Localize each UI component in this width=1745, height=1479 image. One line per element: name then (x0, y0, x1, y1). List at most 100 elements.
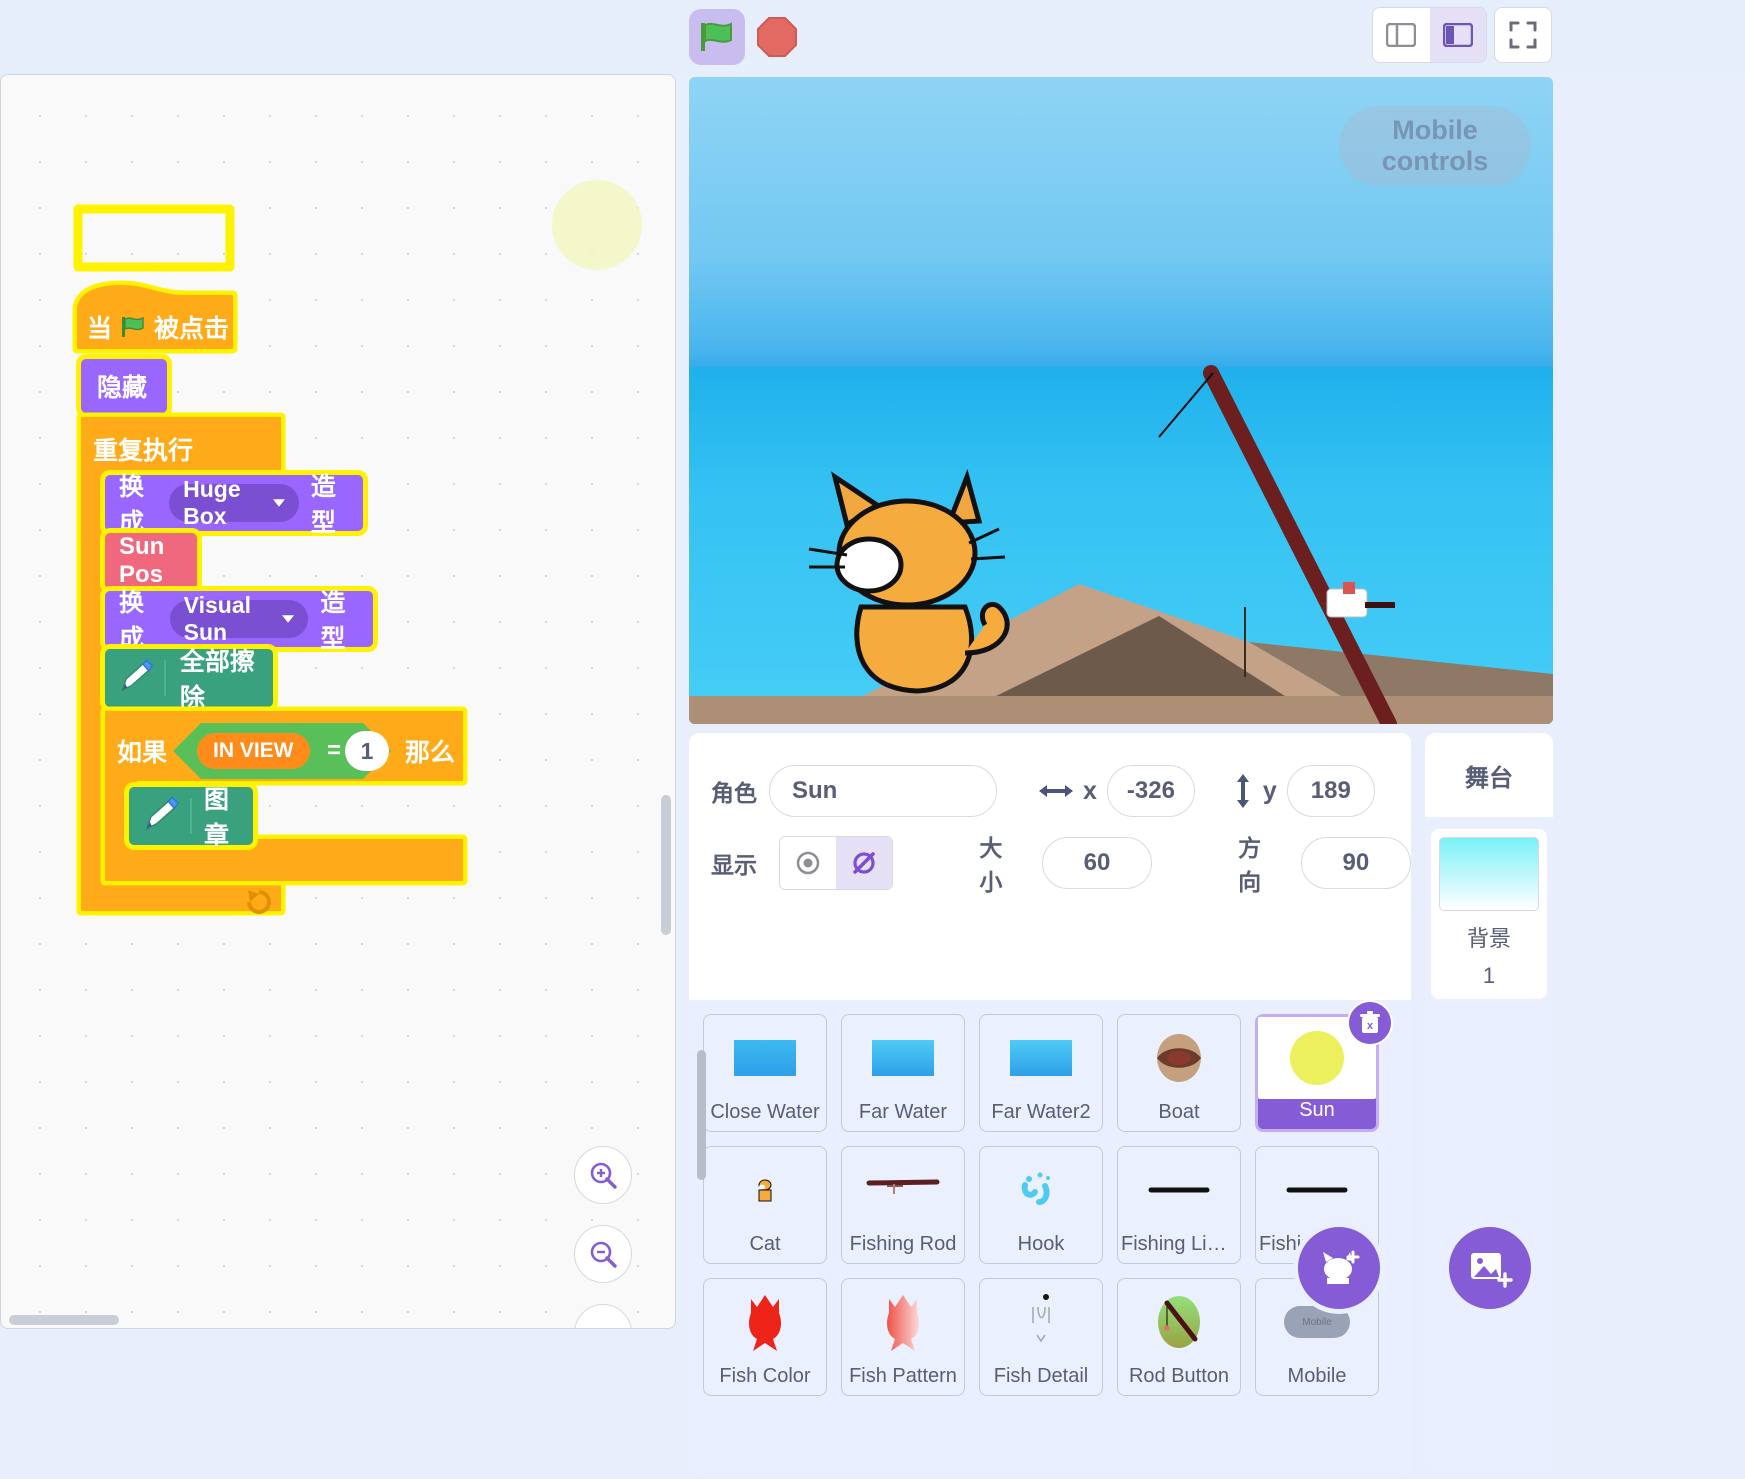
block-pen-stamp[interactable]: 图章 (129, 786, 253, 850)
green-flag-button[interactable] (689, 9, 745, 65)
code-workspace[interactable]: 当 被点击 隐藏 重复执行 换成 Huge Box 造型 Sun Pos 换成 … (0, 74, 676, 1329)
block-label-hide: 隐藏 (97, 374, 148, 402)
sprite-card-sun[interactable]: x Sun (1255, 1000, 1393, 1132)
line-icon (1148, 1187, 1210, 1193)
zoom-out-button[interactable] (574, 1225, 632, 1283)
stage-size-toggle-group (1372, 7, 1487, 63)
fish-pattern-icon (887, 1295, 919, 1351)
mobile-controls-overlay[interactable]: Mobile controls (1339, 106, 1531, 186)
block-switch-costume-visual-sun[interactable]: 换成 Visual Sun 造型 (105, 589, 373, 653)
stop-button[interactable] (749, 9, 805, 65)
block-label-stamp: 图章 (204, 786, 230, 850)
sprite-card-fishing-rod[interactable]: Fishing Rod (841, 1146, 965, 1264)
sprite-card-fish-pattern[interactable]: Fish Pattern (841, 1278, 965, 1396)
cat-icon (758, 1179, 772, 1202)
sprite-card-boat[interactable]: Boat (1117, 1014, 1241, 1132)
stage-header-label: 舞台 (1425, 733, 1553, 817)
small-stage-button[interactable] (1373, 8, 1430, 62)
code-horizontal-scrollbar[interactable] (9, 1315, 119, 1325)
fish-detail-icon (1032, 1294, 1050, 1343)
large-stage-button[interactable] (1429, 8, 1486, 62)
stage-view[interactable]: Mobile controls (689, 77, 1553, 724)
sprite-name: Close Water (710, 1101, 820, 1123)
stage-backdrop-thumbnail (1439, 837, 1539, 911)
sprite-name: Fishing Lin… (1121, 1233, 1237, 1255)
variable-in-view[interactable]: IN VIEW (197, 733, 310, 769)
top-toolbar (0, 0, 1745, 74)
sprite-show-button[interactable] (780, 837, 836, 889)
sprite-name: Hook (1017, 1233, 1065, 1255)
stage-card[interactable]: 背景 1 (1431, 829, 1547, 999)
sprite-name: Boat (1158, 1101, 1200, 1123)
block-label-then: 那么 (405, 739, 456, 767)
zoom-in-button[interactable] (574, 1146, 632, 1204)
rod-icon (866, 1179, 940, 1194)
eye-icon (796, 851, 820, 875)
sprite-card-fish-color[interactable]: Fish Color (703, 1278, 827, 1396)
sprite-name: Mobile (1287, 1365, 1347, 1387)
add-backdrop-button[interactable] (1444, 1222, 1536, 1314)
add-backdrop-image-icon (1471, 1253, 1513, 1288)
sprite-card-hook[interactable]: Hook (979, 1146, 1103, 1264)
sprite-size-label: 大小 (979, 835, 1003, 895)
sprite-x-input[interactable]: -326 (1106, 765, 1195, 817)
large-stage-icon (1442, 23, 1473, 47)
sprite-name: Sun (1299, 1099, 1335, 1121)
dropdown-costume-huge-box[interactable]: Huge Box (169, 476, 299, 529)
variable-label: IN VIEW (213, 739, 294, 762)
small-stage-icon (1386, 23, 1417, 47)
block-switch-costume-huge-box[interactable]: 换成 Huge Box 造型 (105, 473, 363, 537)
operand-right-input[interactable]: 1 (345, 731, 389, 771)
operator-symbol: = (327, 737, 342, 764)
sprite-name-input[interactable]: Sun (769, 765, 997, 817)
y-label: y (1262, 776, 1277, 805)
sprite-y-input[interactable]: 189 (1286, 765, 1375, 817)
chevron-down-icon (282, 615, 295, 623)
green-flag-icon (122, 316, 144, 337)
delete-sprite-button[interactable]: x (1347, 1000, 1393, 1046)
sprite-card-cat[interactable]: Cat (703, 1146, 827, 1264)
code-vertical-scrollbar[interactable] (661, 795, 671, 935)
sprite-hide-button[interactable] (836, 837, 893, 889)
pen-icon (145, 796, 180, 831)
sprite-watermark-sun (552, 180, 642, 270)
sprite-name-value: Sun (792, 777, 838, 804)
loop-arrow-icon (247, 890, 271, 914)
pen-icon (121, 659, 154, 692)
block-label-sun-pos: Sun Pos (119, 533, 165, 588)
boat-icon (1157, 1034, 1201, 1082)
sprite-x-value: -326 (1126, 777, 1175, 804)
sprite-name: Fish Pattern (849, 1365, 957, 1387)
sprite-card-far-water[interactable]: Far Water (841, 1014, 965, 1132)
sprite-card-far-water2[interactable]: Far Water2 (979, 1014, 1103, 1132)
dropdown-value: Huge Box (183, 476, 241, 529)
block-hide[interactable]: 隐藏 (81, 359, 167, 413)
sprite-card-close-water[interactable]: Close Water (703, 1014, 827, 1132)
sprite-direction-input[interactable]: 90 (1300, 837, 1411, 889)
block-label-switch-prefix: 换成 (119, 589, 145, 653)
x-label: x (1083, 776, 1097, 805)
sprite-thumbnail (704, 1147, 826, 1233)
sprite-card-fish-detail[interactable]: Fish Detail (979, 1278, 1103, 1396)
block-label-clicked: 被点击 (154, 315, 230, 343)
zoom-in-icon (590, 1162, 617, 1189)
sprite-card-rod-button[interactable]: Rod Button (1117, 1278, 1241, 1396)
sprite-list[interactable]: Close Water Far Water Far Water2 Boat x … (689, 1000, 1411, 1475)
sprite-card-fishing-line-1[interactable]: Fishing Lin… (1117, 1146, 1241, 1264)
block-pen-erase-all[interactable]: 全部擦除 (105, 648, 273, 712)
add-sprite-button[interactable] (1293, 1222, 1385, 1314)
block-operator-equals[interactable]: IN VIEW = 1 (173, 723, 391, 779)
dropdown-costume-visual-sun[interactable]: Visual Sun (169, 592, 309, 645)
dropdown-value: Visual Sun (183, 592, 251, 645)
trash-icon: x (1360, 1011, 1380, 1033)
sprite-thumbnail (1256, 1147, 1378, 1233)
sprite-direction-value: 90 (1342, 849, 1370, 876)
sprite-thumbnail (1118, 1015, 1240, 1101)
fullscreen-button[interactable] (1494, 7, 1552, 63)
water-rect-icon (872, 1040, 934, 1076)
sprite-size-input[interactable]: 60 (1041, 837, 1153, 889)
block-when-flag-clicked[interactable]: 当 被点击 (72, 279, 253, 357)
block-custom-sun-pos[interactable]: Sun Pos (105, 533, 197, 589)
stage-selector-panel: 舞台 背景 1 (1425, 733, 1553, 1475)
sprite-list-scrollbar[interactable] (697, 1050, 706, 1180)
